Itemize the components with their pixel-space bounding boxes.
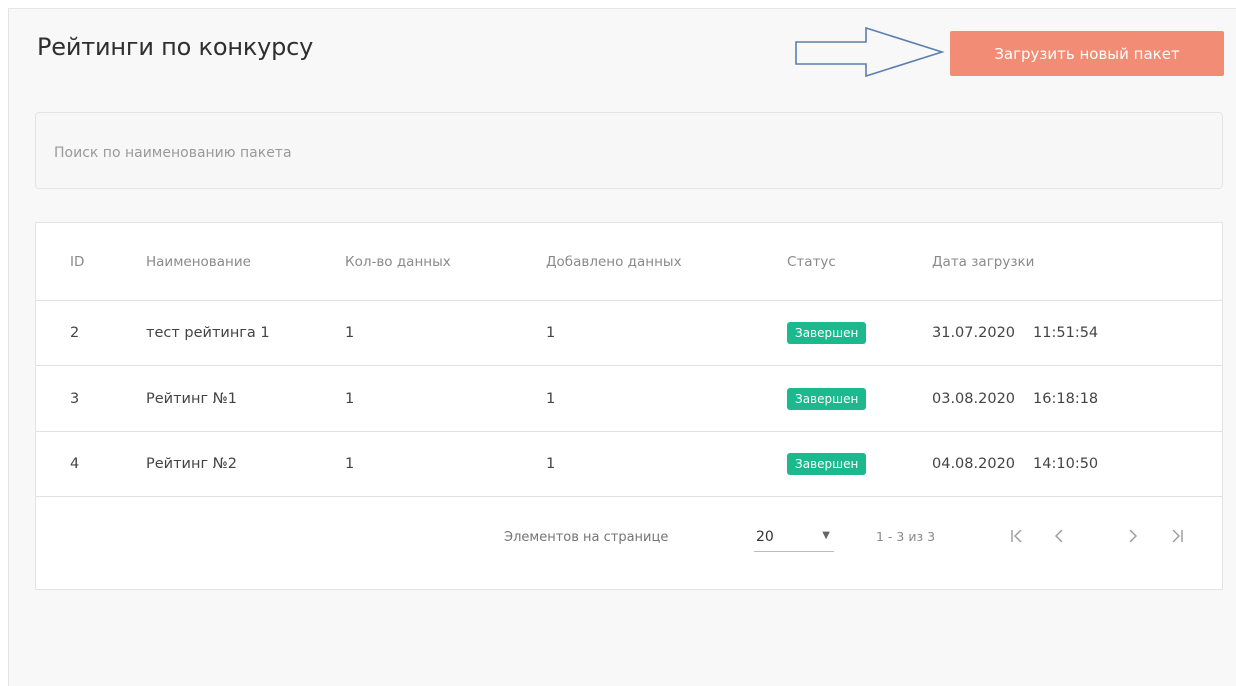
row-added: 1 — [546, 390, 556, 407]
first-page-icon — [1011, 529, 1022, 543]
row-id: 2 — [70, 324, 80, 341]
row-status: Завершен — [787, 431, 867, 496]
row-time-value: 14:10:50 — [1033, 455, 1099, 472]
row-id: 4 — [70, 455, 80, 472]
row-quantity: 1 — [345, 324, 355, 341]
row-status: Завершен — [787, 366, 867, 431]
search-input[interactable] — [52, 139, 1156, 167]
row-date-value: 31.07.2020 — [932, 324, 1016, 341]
row-date-value: 03.08.2020 — [932, 390, 1016, 407]
last-page-button[interactable] — [1164, 523, 1190, 549]
table-row[interactable]: 3 Рейтинг №1 1 1 Завершен 03.08.2020 16:… — [36, 366, 1222, 432]
packages-table: ID Наименование Кол-во данных Добавлено … — [35, 222, 1223, 590]
row-date: 31.07.2020 11:51:54 — [932, 300, 1098, 365]
status-badge: Завершен — [787, 452, 867, 475]
table-row[interactable]: 2 тест рейтинга 1 1 1 Завершен 31.07.202… — [36, 300, 1222, 366]
column-header-quantity[interactable]: Кол-во данных — [345, 223, 451, 300]
previous-page-button[interactable] — [1046, 523, 1072, 549]
items-per-page-value: 20 — [756, 529, 774, 545]
row-id: 3 — [70, 390, 80, 407]
last-page-icon — [1172, 529, 1183, 543]
chevron-down-icon[interactable]: ▼ — [822, 530, 830, 541]
row-name: Рейтинг №1 — [146, 390, 237, 407]
column-header-name[interactable]: Наименование — [146, 223, 251, 300]
row-name: Рейтинг №2 — [146, 455, 237, 472]
row-time-value: 16:18:18 — [1033, 390, 1099, 407]
column-header-date[interactable]: Дата загрузки — [932, 223, 1034, 300]
column-header-added[interactable]: Добавлено данных — [546, 223, 682, 300]
chevron-right-icon — [1129, 529, 1137, 543]
page-title: Рейтинги по конкурсу — [37, 33, 314, 61]
row-date-value: 04.08.2020 — [932, 455, 1016, 472]
row-quantity: 1 — [345, 390, 355, 407]
row-date: 03.08.2020 16:18:18 — [932, 366, 1098, 431]
column-header-status[interactable]: Статус — [787, 223, 836, 300]
items-per-page-select[interactable]: 20 ▼ — [754, 523, 834, 552]
paginator: Элементов на странице 20 ▼ 1 - 3 из 3 — [36, 495, 1222, 589]
row-name: тест рейтинга 1 — [146, 324, 270, 341]
table-header: ID Наименование Кол-во данных Добавлено … — [36, 223, 1222, 301]
table-row[interactable]: 4 Рейтинг №2 1 1 Завершен 04.08.2020 14:… — [36, 431, 1222, 497]
status-badge: Завершен — [787, 321, 867, 344]
row-added: 1 — [546, 455, 556, 472]
chevron-left-icon — [1055, 529, 1063, 543]
items-per-page-label: Элементов на странице — [504, 530, 669, 545]
row-time-value: 11:51:54 — [1033, 324, 1099, 341]
search-container — [35, 112, 1223, 189]
page-range-label: 1 - 3 из 3 — [876, 529, 936, 544]
row-quantity: 1 — [345, 455, 355, 472]
row-status: Завершен — [787, 300, 867, 365]
status-badge: Завершен — [787, 387, 867, 410]
first-page-button[interactable] — [1004, 523, 1030, 549]
arrow-right-outline-icon — [795, 26, 945, 78]
row-date: 04.08.2020 14:10:50 — [932, 431, 1098, 496]
row-added: 1 — [546, 324, 556, 341]
column-header-id[interactable]: ID — [70, 223, 84, 300]
upload-new-package-button[interactable]: Загрузить новый пакет — [950, 31, 1224, 76]
next-page-button[interactable] — [1120, 523, 1146, 549]
